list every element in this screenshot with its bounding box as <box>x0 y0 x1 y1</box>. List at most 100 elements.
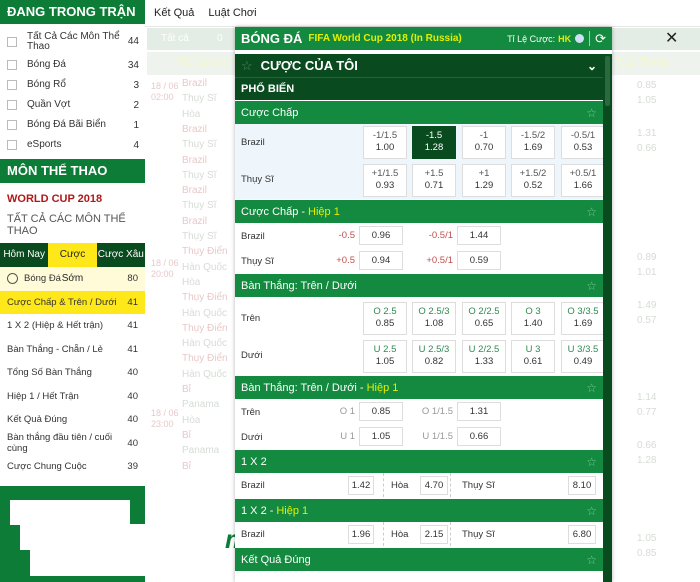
away-odds-button[interactable]: 6.80 <box>568 525 596 544</box>
item-label: eSports <box>27 139 62 150</box>
bet-type-item[interactable]: 1 X 2 (Hiệp & Hết trận) 41 <box>0 314 145 338</box>
odds-button[interactable]: -1/1.5 1.00 <box>363 126 407 159</box>
live-sport-item[interactable]: Tất Cả Các Môn Thể Thao 44 <box>0 28 145 55</box>
odds-button[interactable]: 0.66 <box>457 427 501 446</box>
market-header-x12[interactable]: 1 X 2 ☆ <box>235 449 603 473</box>
my-bets-header[interactable]: ☆ CƯỢC CỦA TÔI ⌄ <box>235 54 603 78</box>
odds-price: 0.82 <box>424 356 444 367</box>
home-odds-button[interactable]: 1.96 <box>348 525 374 544</box>
odds-button[interactable]: +1.5/2 0.52 <box>511 164 555 197</box>
odds-button[interactable]: +0.5/1 1.66 <box>561 164 603 197</box>
checkbox[interactable] <box>7 140 17 150</box>
odds-button[interactable]: 0.85 <box>359 402 403 421</box>
scrollbar[interactable] <box>603 54 612 582</box>
draw-odds-button[interactable]: 2.15 <box>420 525 448 544</box>
market-header-ou[interactable]: Bàn Thắng: Trên / Dưới ☆ <box>235 273 603 297</box>
star-icon[interactable]: ☆ <box>586 553 597 567</box>
top-nav: Kết Quả Luật Chơi <box>145 0 700 27</box>
away-odds-button[interactable]: 8.10 <box>568 476 596 495</box>
odds-button[interactable]: O 2.5/3 1.08 <box>412 302 456 335</box>
popular-header: PHỔ BIẾN <box>235 78 603 100</box>
odds-button[interactable]: U 2/2.5 1.33 <box>462 340 506 373</box>
star-icon[interactable]: ☆ <box>586 279 597 293</box>
market-row: Thụy Sĩ +0.5 0.94 +0.5/1 0.59 <box>235 248 603 273</box>
bet-type-count: 41 <box>127 296 138 308</box>
odds-button[interactable]: +1 1.29 <box>462 164 506 197</box>
star-icon[interactable]: ☆ <box>586 106 597 120</box>
all-sports-link[interactable]: TẤT CẢ CÁC MÔN THỂ THAO <box>0 213 145 237</box>
tab-today[interactable]: Hôm Nay <box>0 243 48 267</box>
live-sport-item[interactable]: Bóng Rổ 3 <box>0 75 145 95</box>
odds-button[interactable]: -1.5/2 1.69 <box>511 126 555 159</box>
market-header-handicap_h1[interactable]: Cược Chấp - Hiệp 1 ☆ <box>235 199 603 223</box>
odds-button[interactable]: O 3 1.40 <box>511 302 555 335</box>
odds-button[interactable]: O 2/2.5 0.65 <box>462 302 506 335</box>
line-label: O 1 <box>339 406 355 417</box>
results-link[interactable]: Kết Quả <box>154 7 194 19</box>
rules-link[interactable]: Luật Chơi <box>208 7 256 19</box>
tab-parlay[interactable]: Cược Xâu <box>97 243 145 267</box>
close-icon[interactable]: ✕ <box>665 28 678 48</box>
odds-button[interactable]: -1.5 1.28 <box>412 126 456 159</box>
market-row: Trên O 1 0.85 O 1/1.5 1.31 <box>235 399 603 424</box>
home-odds-button[interactable]: 1.42 <box>348 476 374 495</box>
odds-button[interactable]: U 2.5 1.05 <box>363 340 407 373</box>
odds-line: -1 <box>479 130 489 141</box>
odds-button[interactable]: -0.5/1 0.53 <box>561 126 603 159</box>
checkbox[interactable] <box>7 80 17 90</box>
live-sport-item[interactable]: eSports 4 <box>0 135 145 155</box>
star-icon[interactable]: ☆ <box>586 381 597 395</box>
checkbox[interactable] <box>7 120 17 130</box>
star-icon[interactable]: ☆ <box>586 205 597 219</box>
bet-type-item[interactable]: Kết Quả Đúng 40 <box>0 408 145 432</box>
star-icon[interactable]: ☆ <box>586 504 597 518</box>
odds-price: 0.49 <box>573 356 593 367</box>
filter-all: Tất cả <box>161 33 189 44</box>
odds-button[interactable]: +1.5 0.71 <box>412 164 456 197</box>
market-header-correct_score[interactable]: Kết Quả Đúng ☆ <box>235 547 603 571</box>
chevron-down-icon[interactable]: ⌄ <box>587 59 597 73</box>
dropdown-icon[interactable] <box>575 34 585 43</box>
live-sport-item[interactable]: Bóng Đá Bãi Biển 1 <box>0 115 145 135</box>
background-team: Bỉ <box>182 460 191 472</box>
draw-odds-button[interactable]: 4.70 <box>420 476 448 495</box>
market-header-x12_h1[interactable]: 1 X 2- Hiệp 1 ☆ <box>235 498 603 522</box>
tab-early[interactable]: Cược Sớm <box>48 243 97 284</box>
market-header-ou_h1[interactable]: Bàn Thắng: Trên / Dưới - Hiệp 1 ☆ <box>235 375 603 399</box>
odds-button[interactable]: O 3/3.5 1.69 <box>561 302 603 335</box>
checkbox[interactable] <box>7 60 17 70</box>
market-row: Dưới U 2.5 1.05 U 2.5/3 0.82 U 2/2.5 1.33 U 3 0.… <box>235 337 603 375</box>
background-team: Hàn Quốc <box>182 261 228 273</box>
odds-button[interactable]: U 3 0.61 <box>511 340 555 373</box>
checkbox[interactable] <box>7 36 17 47</box>
bet-type-item[interactable]: Cược Chung Cuộc 39 <box>0 455 145 479</box>
odds-button[interactable]: O 2.5 0.85 <box>363 302 407 335</box>
bet-type-label: Tổng Số Bàn Thắng <box>7 367 92 379</box>
live-sport-item[interactable]: Quần Vợt 2 <box>0 95 145 115</box>
odds-button[interactable]: 0.96 <box>359 226 403 245</box>
odds-button[interactable]: U 3/3.5 0.49 <box>561 340 603 373</box>
odds-button[interactable]: 1.05 <box>359 427 403 446</box>
odds-button[interactable]: 0.59 <box>457 251 501 270</box>
star-icon[interactable]: ☆ <box>586 455 597 469</box>
world-cup-link[interactable]: WORLD CUP 2018 <box>0 193 145 205</box>
odds-format-select[interactable]: HK <box>558 34 571 44</box>
odds-button[interactable]: 0.94 <box>359 251 403 270</box>
refresh-icon[interactable]: ⟳ <box>595 31 606 47</box>
bet-type-item[interactable]: Cược Chấp & Trên / Dưới 41 <box>0 290 145 314</box>
market-header-handicap[interactable]: Cược Chấp ☆ <box>235 100 603 124</box>
soccer-ball-icon <box>7 273 18 285</box>
star-icon[interactable]: ☆ <box>241 58 253 74</box>
odds-button[interactable]: 1.44 <box>457 226 501 245</box>
bet-type-item[interactable]: Tổng Số Bàn Thắng 40 <box>0 361 145 385</box>
checkbox[interactable] <box>7 100 17 110</box>
bet-type-item[interactable]: Bàn Thắng - Chẵn / Lẻ 41 <box>0 338 145 362</box>
bet-type-item[interactable]: Hiệp 1 / Hết Trận 40 <box>0 385 145 409</box>
odds-button[interactable]: -1 0.70 <box>462 126 506 159</box>
bet-type-item[interactable]: Bàn thắng đầu tiên / cuối cùng 40 <box>0 432 145 456</box>
background-team: Thụy Sĩ <box>182 169 217 181</box>
live-sport-item[interactable]: Bóng Đá 34 <box>0 55 145 75</box>
odds-button[interactable]: U 2.5/3 0.82 <box>412 340 456 373</box>
odds-button[interactable]: 1.31 <box>457 402 501 421</box>
odds-button[interactable]: +1/1.5 0.93 <box>363 164 407 197</box>
